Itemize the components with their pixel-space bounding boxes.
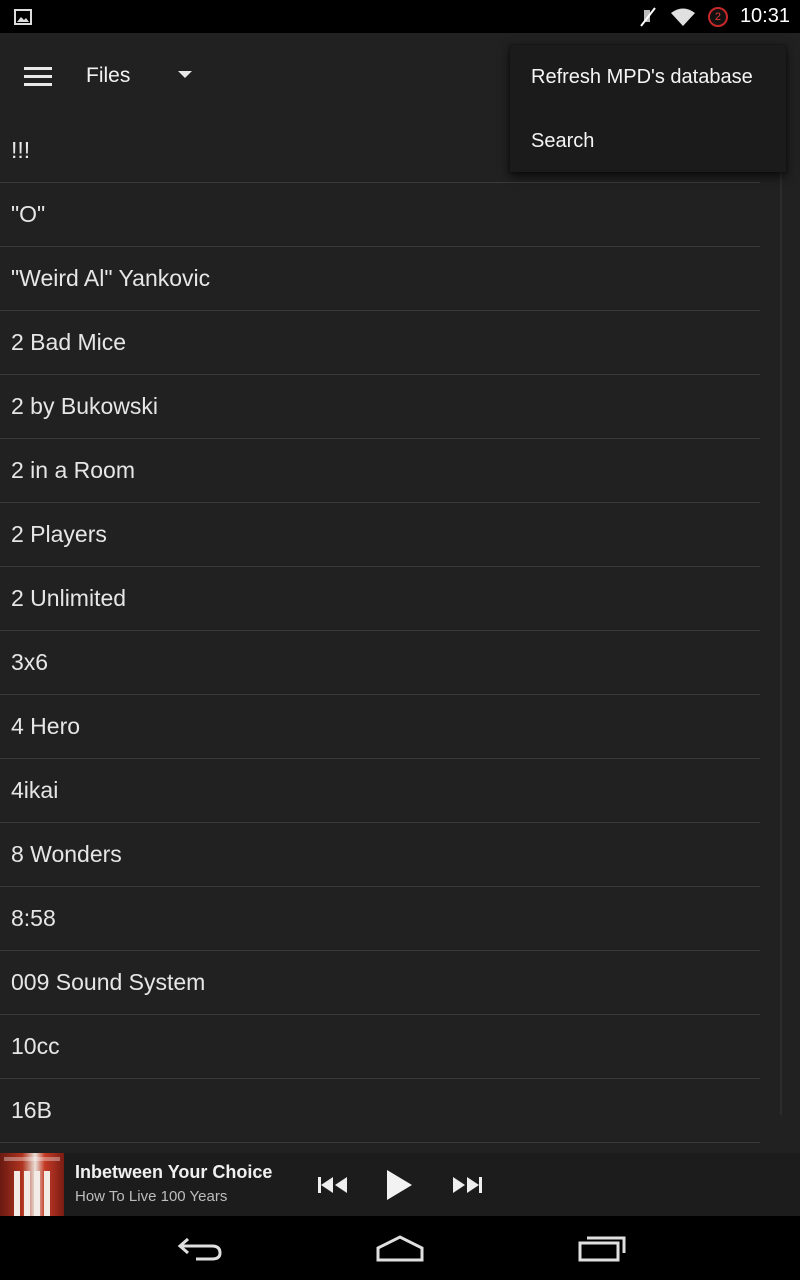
files-spinner[interactable]: Files xyxy=(86,61,192,91)
menu-item-refresh-database[interactable]: Refresh MPD's database xyxy=(510,45,786,109)
list-item-label: 2 in a Room xyxy=(11,457,136,483)
list-item[interactable]: 10cc xyxy=(0,1015,760,1079)
image-icon xyxy=(14,9,32,25)
list-item-label: 8 Wonders xyxy=(11,841,122,867)
status-time: 10:31 xyxy=(739,5,790,27)
next-icon[interactable] xyxy=(448,1167,486,1203)
list-item[interactable]: 4ikai xyxy=(0,759,760,823)
back-icon[interactable] xyxy=(170,1230,230,1266)
status-icons: 2 10:31 xyxy=(626,0,790,33)
list-item-label: 2 Unlimited xyxy=(11,585,127,611)
album-art[interactable] xyxy=(0,1153,64,1216)
list-item[interactable]: 009 Sound System xyxy=(0,951,760,1015)
dropdown-arrow-icon xyxy=(178,71,192,78)
spinner-label: Files xyxy=(86,64,131,87)
list-item[interactable]: 16B xyxy=(0,1079,760,1143)
notification-count: 2 xyxy=(707,6,728,27)
list-item[interactable]: 2 Unlimited xyxy=(0,567,760,631)
list-item[interactable]: 4 Hero xyxy=(0,695,760,759)
menu-item-search[interactable]: Search xyxy=(510,109,786,173)
list-item-label: 4 Hero xyxy=(11,713,81,739)
home-icon[interactable] xyxy=(370,1230,430,1266)
track-title: Inbetween Your Choice xyxy=(75,1162,273,1182)
list-item-label: 16B xyxy=(11,1097,52,1123)
list-item-label: 009 Sound System xyxy=(11,969,206,995)
status-bar: 2 10:31 xyxy=(0,0,800,33)
list-item-label: 8:58 xyxy=(11,905,56,931)
menu-item-label: Refresh MPD's database xyxy=(531,65,753,88)
list-item[interactable]: "Weird Al" Yankovic xyxy=(0,247,760,311)
track-artist: How To Live 100 Years xyxy=(75,1188,228,1205)
list-item[interactable]: 8 Wonders xyxy=(0,823,760,887)
navigation-bar xyxy=(0,1216,800,1280)
list-item-label: 4ikai xyxy=(11,777,59,803)
play-icon[interactable] xyxy=(380,1167,418,1203)
list-item[interactable]: 2 in a Room xyxy=(0,439,760,503)
menu-item-label: Search xyxy=(531,129,595,152)
list-item-label: !!! xyxy=(11,136,31,163)
list-item-label: "O" xyxy=(11,201,46,227)
list-item-label: "Weird Al" Yankovic xyxy=(11,265,211,291)
overflow-menu: Refresh MPD's database Search xyxy=(510,45,786,172)
wifi-icon xyxy=(670,7,696,27)
list-item[interactable]: "O" xyxy=(0,183,760,247)
list-item[interactable]: 2 Bad Mice xyxy=(0,311,760,375)
previous-icon[interactable] xyxy=(314,1167,352,1203)
scrollbar[interactable] xyxy=(780,170,782,1115)
list-item-label: 2 by Bukowski xyxy=(11,393,159,419)
list-item[interactable]: 2 by Bukowski xyxy=(0,375,760,439)
artist-list: !!! "O" "Weird Al" Yankovic 2 Bad Mice 2… xyxy=(0,118,760,1143)
app-screen: 2 10:31 Files !!! "O" "Weird Al" Yankovi… xyxy=(0,0,800,1280)
list-item[interactable]: 2 Players xyxy=(0,503,760,567)
list-item-label: 2 Players xyxy=(11,521,107,547)
now-playing-bar[interactable]: Inbetween Your Choice How To Live 100 Ye… xyxy=(0,1153,800,1216)
list-item[interactable]: 3x6 xyxy=(0,631,760,695)
recents-icon[interactable] xyxy=(572,1230,632,1266)
list-item-label: 2 Bad Mice xyxy=(11,329,127,355)
list-item-label: 3x6 xyxy=(11,649,49,675)
hamburger-icon[interactable] xyxy=(24,67,52,87)
list-item-label: 10cc xyxy=(11,1033,60,1059)
notification-badge-icon: 2 xyxy=(707,6,728,27)
list-item[interactable]: 8:58 xyxy=(0,887,760,951)
mute-icon xyxy=(638,6,658,28)
